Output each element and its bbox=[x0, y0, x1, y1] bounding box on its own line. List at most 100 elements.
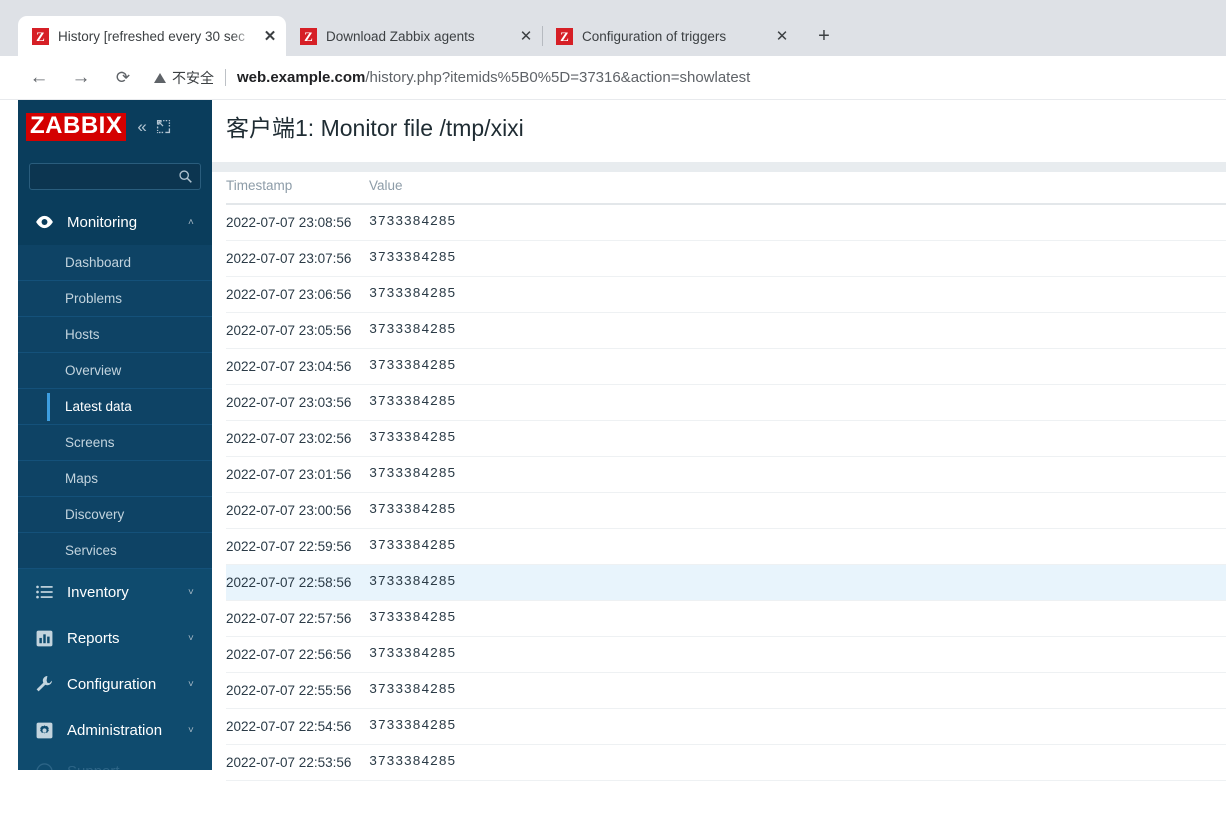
cell-value: 3733384285 bbox=[369, 636, 729, 673]
column-header-filler bbox=[729, 172, 1226, 205]
cell-timestamp: 2022-07-07 22:59:56 bbox=[226, 528, 369, 565]
sidebar-item-maps[interactable]: Maps bbox=[18, 461, 212, 497]
cell-value: 3733384285 bbox=[369, 276, 729, 313]
sidebar-item-services[interactable]: Services bbox=[18, 533, 212, 569]
close-icon[interactable]: ✕ bbox=[516, 26, 536, 46]
cell-value: 3733384285 bbox=[369, 348, 729, 385]
question-circle-icon bbox=[32, 762, 56, 770]
zabbix-logo[interactable]: ZABBIX bbox=[26, 112, 127, 141]
sidebar-group-administration[interactable]: Administration ˅ bbox=[18, 707, 212, 753]
cell-timestamp: 2022-07-07 23:05:56 bbox=[226, 312, 369, 349]
chevron-up-icon: ˄ bbox=[188, 216, 194, 228]
table-row[interactable]: 2022-07-07 23:07:56 3733384285 bbox=[226, 240, 1226, 277]
cell-value: 3733384285 bbox=[369, 384, 729, 421]
cell-timestamp: 2022-07-07 22:58:56 bbox=[226, 564, 369, 601]
sidebar-item-label: Screens bbox=[65, 435, 115, 450]
tab-title: History [refreshed every 30 sec bbox=[58, 28, 245, 44]
table-row[interactable]: 2022-07-07 22:58:56 3733384285 bbox=[226, 564, 1226, 601]
cell-filler bbox=[729, 492, 1226, 529]
sidebar-item-discovery[interactable]: Discovery bbox=[18, 497, 212, 533]
sidebar-submenu-monitoring: Dashboard Problems Hosts Overview Latest… bbox=[18, 245, 212, 569]
browser-tab-download-agents[interactable]: Z Download Zabbix agents ✕ bbox=[286, 16, 542, 56]
table-header-row: Timestamp Value bbox=[226, 172, 1226, 205]
browser-tab-configuration-triggers[interactable]: Z Configuration of triggers ✕ bbox=[542, 16, 798, 56]
sidebar-group-monitoring[interactable]: Monitoring ˄ bbox=[18, 199, 212, 245]
cell-value: 3733384285 bbox=[369, 204, 729, 241]
cell-value: 3733384285 bbox=[369, 564, 729, 601]
cell-filler bbox=[729, 384, 1226, 421]
table-row[interactable]: 2022-07-07 23:03:56 3733384285 bbox=[226, 384, 1226, 421]
sidebar-item-latest-data[interactable]: Latest data bbox=[18, 389, 212, 425]
cell-timestamp: 2022-07-07 23:07:56 bbox=[226, 240, 369, 277]
list-icon bbox=[32, 585, 56, 599]
eye-icon bbox=[32, 215, 56, 229]
table-row[interactable]: 2022-07-07 22:57:56 3733384285 bbox=[226, 600, 1226, 637]
cell-value: 3733384285 bbox=[369, 240, 729, 277]
cell-timestamp: 2022-07-07 22:55:56 bbox=[226, 672, 369, 709]
content-header-band bbox=[212, 162, 1226, 172]
table-row[interactable]: 2022-07-07 22:56:56 3733384285 bbox=[226, 636, 1226, 673]
cell-value: 3733384285 bbox=[369, 420, 729, 457]
cell-filler bbox=[729, 528, 1226, 565]
forward-icon[interactable]: → bbox=[66, 63, 96, 93]
url-path: /history.php?itemids%5B0%5D=37316&action… bbox=[365, 69, 751, 86]
address-bar[interactable]: 不安全 web.example.com/history.php?itemids%… bbox=[154, 63, 1214, 93]
table-row[interactable]: 2022-07-07 23:04:56 3733384285 bbox=[226, 348, 1226, 385]
chevron-down-icon: ˅ bbox=[188, 724, 194, 736]
table-row[interactable]: 2022-07-07 22:55:56 3733384285 bbox=[226, 672, 1226, 709]
table-row[interactable]: 2022-07-07 23:02:56 3733384285 bbox=[226, 420, 1226, 457]
column-header-timestamp[interactable]: Timestamp bbox=[226, 172, 369, 205]
sidebar-item-label: Problems bbox=[65, 291, 123, 306]
sidebar-item-problems[interactable]: Problems bbox=[18, 281, 212, 317]
collapse-sidebar-icon[interactable]: « bbox=[137, 117, 147, 137]
cell-timestamp: 2022-07-07 23:04:56 bbox=[226, 348, 369, 385]
omnibox-divider bbox=[225, 69, 226, 86]
table-row[interactable]: 2022-07-07 23:00:56 3733384285 bbox=[226, 492, 1226, 529]
sidebar-group-configuration[interactable]: Configuration ˅ bbox=[18, 661, 212, 707]
page-title: 客户端1: Monitor file /tmp/xixi bbox=[226, 115, 524, 141]
sidebar-item-hosts[interactable]: Hosts bbox=[18, 317, 212, 353]
table-row[interactable]: 2022-07-07 22:59:56 3733384285 bbox=[226, 528, 1226, 565]
sidebar-item-dashboard[interactable]: Dashboard bbox=[18, 245, 212, 281]
browser-tab-history[interactable]: Z History [refreshed every 30 sec ✕ bbox=[18, 16, 286, 56]
cell-timestamp: 2022-07-07 23:02:56 bbox=[226, 420, 369, 457]
sidebar-item-screens[interactable]: Screens bbox=[18, 425, 212, 461]
table-row[interactable]: 2022-07-07 23:06:56 3733384285 bbox=[226, 276, 1226, 313]
new-tab-button[interactable]: + bbox=[808, 20, 840, 52]
cell-timestamp: 2022-07-07 22:56:56 bbox=[226, 636, 369, 673]
search-input[interactable] bbox=[29, 162, 201, 190]
chevron-down-icon: ˅ bbox=[188, 586, 194, 598]
table-row[interactable]: 2022-07-07 23:08:56 3733384285 bbox=[226, 204, 1226, 241]
zabbix-favicon: Z bbox=[32, 27, 49, 45]
cell-value: 3733384285 bbox=[369, 528, 729, 565]
table-row[interactable]: 2022-07-07 23:01:56 3733384285 bbox=[226, 456, 1226, 493]
hide-sidebar-icon[interactable] bbox=[156, 119, 171, 134]
cell-value: 3733384285 bbox=[369, 312, 729, 349]
column-header-value[interactable]: Value bbox=[369, 172, 729, 205]
sidebar: ZABBIX « Monitoring ˄ Dashboard Problems… bbox=[18, 100, 212, 770]
back-icon[interactable]: ← bbox=[24, 63, 54, 93]
bar-chart-icon bbox=[32, 630, 56, 647]
tab-title: Configuration of triggers bbox=[582, 28, 727, 44]
table-row[interactable]: 2022-07-07 23:05:56 3733384285 bbox=[226, 312, 1226, 349]
sidebar-item-support[interactable]: Support bbox=[18, 753, 212, 770]
close-icon[interactable]: ✕ bbox=[260, 26, 280, 46]
sidebar-item-overview[interactable]: Overview bbox=[18, 353, 212, 389]
url-host: web.example.com bbox=[237, 69, 366, 86]
cell-filler bbox=[729, 312, 1226, 349]
sidebar-item-label: Discovery bbox=[65, 507, 125, 522]
cell-value: 3733384285 bbox=[369, 672, 729, 709]
sidebar-item-label: Dashboard bbox=[65, 255, 132, 270]
sidebar-group-inventory[interactable]: Inventory ˅ bbox=[18, 569, 212, 615]
browser-chrome: Z History [refreshed every 30 sec ✕ Z Do… bbox=[0, 0, 1226, 100]
cell-filler bbox=[729, 456, 1226, 493]
close-icon[interactable]: ✕ bbox=[772, 26, 792, 46]
tab-title: Download Zabbix agents bbox=[326, 28, 475, 44]
not-secure-indicator[interactable]: 不安全 bbox=[154, 68, 214, 88]
table-row[interactable]: 2022-07-07 22:53:56 3733384285 bbox=[226, 744, 1226, 781]
sidebar-item-label: Support bbox=[67, 763, 212, 771]
sidebar-group-reports[interactable]: Reports ˅ bbox=[18, 615, 212, 661]
table-row[interactable]: 2022-07-07 22:54:56 3733384285 bbox=[226, 708, 1226, 745]
cell-timestamp: 2022-07-07 23:03:56 bbox=[226, 384, 369, 421]
reload-icon[interactable]: ⟳ bbox=[108, 63, 138, 93]
